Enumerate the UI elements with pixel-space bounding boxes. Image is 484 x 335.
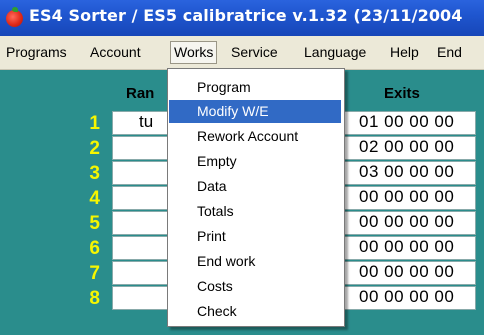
exits-field[interactable]: 03 00 00 00 <box>336 161 476 185</box>
menu-programs[interactable]: Programs <box>6 44 67 60</box>
menu-item-program[interactable]: Program <box>169 76 341 99</box>
row-number: 5 <box>89 213 100 234</box>
menu-account[interactable]: Account <box>90 44 141 60</box>
menu-item-end-work[interactable]: End work <box>169 250 341 273</box>
menu-help[interactable]: Help <box>390 44 419 60</box>
row-number: 6 <box>89 238 100 259</box>
menu-item-totals[interactable]: Totals <box>169 200 341 223</box>
row-number: 1 <box>89 113 100 134</box>
exits-field[interactable]: 00 00 00 00 <box>336 186 476 210</box>
exits-field[interactable]: 01 00 00 00 <box>336 111 476 135</box>
menu-item-costs[interactable]: Costs <box>169 275 341 298</box>
exits-field[interactable]: 00 00 00 00 <box>336 286 476 310</box>
window-title: ES4 Sorter / ES5 calibratrice v.1.32 (23… <box>29 6 463 25</box>
menu-language[interactable]: Language <box>304 44 366 60</box>
exits-field[interactable]: 02 00 00 00 <box>336 136 476 160</box>
exits-field[interactable]: 00 00 00 00 <box>336 211 476 235</box>
tomato-app-icon[interactable] <box>6 7 23 27</box>
tomato-leaf <box>12 7 18 12</box>
exits-column-header: Exits <box>384 85 420 102</box>
menu-item-empty[interactable]: Empty <box>169 150 341 173</box>
row-number: 4 <box>89 188 100 209</box>
menu-works[interactable]: Works <box>170 41 218 64</box>
menu-item-data[interactable]: Data <box>169 175 341 198</box>
title-bar: ES4 Sorter / ES5 calibratrice v.1.32 (23… <box>0 0 484 36</box>
menu-item-rework-account[interactable]: Rework Account <box>169 125 341 148</box>
works-dropdown-menu: Program Modify W/E Rework Account Empty … <box>167 68 345 327</box>
menu-item-print[interactable]: Print <box>169 225 341 248</box>
menu-item-modify-we[interactable]: Modify W/E <box>169 100 341 123</box>
row-number: 8 <box>89 288 100 309</box>
exits-field[interactable]: 00 00 00 00 <box>336 261 476 285</box>
exits-field[interactable]: 00 00 00 00 <box>336 236 476 260</box>
menu-end[interactable]: End <box>437 44 462 60</box>
menu-service[interactable]: Service <box>231 44 278 60</box>
row-number: 3 <box>89 163 100 184</box>
menu-item-check[interactable]: Check <box>169 300 341 323</box>
row-number: 2 <box>89 138 100 159</box>
row-number: 7 <box>89 263 100 284</box>
menu-bar: Programs Account Works Service Language … <box>0 36 484 70</box>
range-column-header: Ran <box>126 85 155 102</box>
